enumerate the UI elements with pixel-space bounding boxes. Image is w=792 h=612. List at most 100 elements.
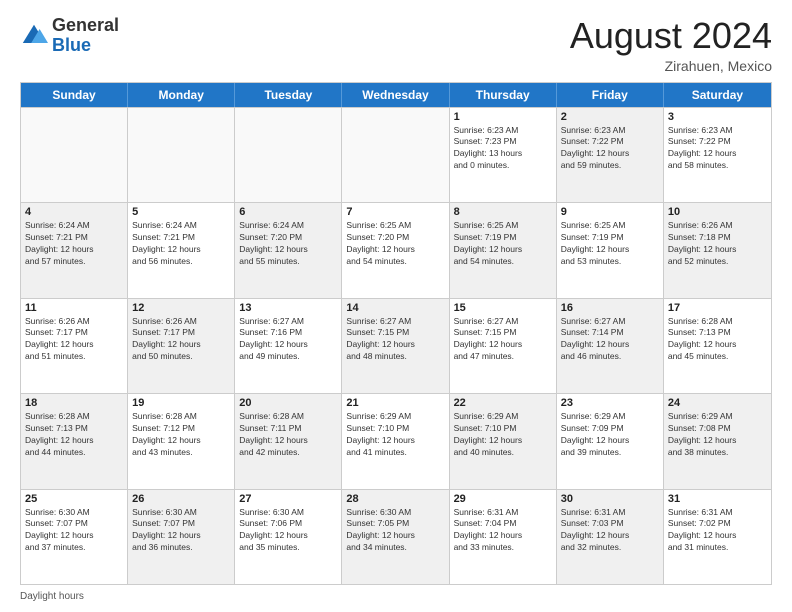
day-number: 28 xyxy=(346,493,444,505)
logo-general: General xyxy=(52,16,119,36)
day-info: Sunrise: 6:24 AM Sunset: 7:20 PM Dayligh… xyxy=(239,220,337,268)
calendar-cell xyxy=(21,108,128,202)
day-number: 5 xyxy=(132,206,230,218)
day-number: 9 xyxy=(561,206,659,218)
day-number: 7 xyxy=(346,206,444,218)
day-number: 17 xyxy=(668,302,767,314)
calendar-cell: 10 Sunrise: 6:26 AM Sunset: 7:18 PM Dayli… xyxy=(664,203,771,297)
day-number: 27 xyxy=(239,493,337,505)
calendar-row: 4 Sunrise: 6:24 AM Sunset: 7:21 PM Daylig… xyxy=(21,202,771,297)
calendar-header: SundayMondayTuesdayWednesdayThursdayFrid… xyxy=(21,83,771,107)
day-info: Sunrise: 6:29 AM Sunset: 7:10 PM Dayligh… xyxy=(346,411,444,459)
day-number: 23 xyxy=(561,397,659,409)
day-number: 14 xyxy=(346,302,444,314)
calendar-cell xyxy=(342,108,449,202)
calendar-header-cell: Monday xyxy=(128,83,235,107)
calendar-header-cell: Friday xyxy=(557,83,664,107)
logo: General Blue xyxy=(20,16,119,56)
calendar-cell: 30Sunrise: 6:31 AM Sunset: 7:03 PM Dayli… xyxy=(557,490,664,584)
logo-blue: Blue xyxy=(52,36,119,56)
calendar-header-cell: Tuesday xyxy=(235,83,342,107)
day-info: Sunrise: 6:28 AM Sunset: 7:11 PM Dayligh… xyxy=(239,411,337,459)
calendar-row: 11 Sunrise: 6:26 AM Sunset: 7:17 PM Dayli… xyxy=(21,298,771,393)
day-info: Sunrise: 6:23 AM Sunset: 7:22 PM Dayligh… xyxy=(668,125,767,173)
day-info: Sunrise: 6:27 AM Sunset: 7:16 PM Dayligh… xyxy=(239,316,337,364)
calendar-cell: 3 Sunrise: 6:23 AM Sunset: 7:22 PM Daylig… xyxy=(664,108,771,202)
day-info: Sunrise: 6:28 AM Sunset: 7:13 PM Dayligh… xyxy=(25,411,123,459)
day-info: Sunrise: 6:31 AM Sunset: 7:02 PM Dayligh… xyxy=(668,507,767,555)
day-info: Sunrise: 6:28 AM Sunset: 7:12 PM Dayligh… xyxy=(132,411,230,459)
day-info: Sunrise: 6:23 AM Sunset: 7:23 PM Dayligh… xyxy=(454,125,552,173)
day-info: Sunrise: 6:26 AM Sunset: 7:17 PM Dayligh… xyxy=(132,316,230,364)
calendar-row: 25 Sunrise: 6:30 AM Sunset: 7:07 PM Dayli… xyxy=(21,489,771,584)
calendar-cell: 7 Sunrise: 6:25 AM Sunset: 7:20 PM Daylig… xyxy=(342,203,449,297)
calendar-cell: 18 Sunrise: 6:28 AM Sunset: 7:13 PM Dayli… xyxy=(21,394,128,488)
day-info: Sunrise: 6:29 AM Sunset: 7:10 PM Dayligh… xyxy=(454,411,552,459)
day-info: Sunrise: 6:25 AM Sunset: 7:19 PM Dayligh… xyxy=(561,220,659,268)
day-number: 16 xyxy=(561,302,659,314)
day-info: Sunrise: 6:25 AM Sunset: 7:19 PM Dayligh… xyxy=(454,220,552,268)
day-number: 13 xyxy=(239,302,337,314)
day-info: Sunrise: 6:27 AM Sunset: 7:14 PM Dayligh… xyxy=(561,316,659,364)
day-number: 25 xyxy=(25,493,123,505)
title-block: August 2024 Zirahuen, Mexico xyxy=(570,16,772,74)
day-number: 20 xyxy=(239,397,337,409)
day-number: 18 xyxy=(25,397,123,409)
calendar-cell: 25Sunrise: 6:30 AM Sunset: 7:07 PM Dayli… xyxy=(21,490,128,584)
calendar-cell: 23Sunrise: 6:29 AM Sunset: 7:09 PM Dayli… xyxy=(557,394,664,488)
calendar-cell: 27Sunrise: 6:30 AM Sunset: 7:06 PM Dayli… xyxy=(235,490,342,584)
day-number: 26 xyxy=(132,493,230,505)
logo-icon xyxy=(20,22,48,50)
calendar-cell: 6 Sunrise: 6:24 AM Sunset: 7:20 PM Daylig… xyxy=(235,203,342,297)
calendar-cell: 17 Sunrise: 6:28 AM Sunset: 7:13 PM Dayli… xyxy=(664,299,771,393)
day-number: 22 xyxy=(454,397,552,409)
footer: Daylight hours xyxy=(20,591,772,602)
calendar-cell: 15 Sunrise: 6:27 AM Sunset: 7:15 PM Dayli… xyxy=(450,299,557,393)
month-year: August 2024 xyxy=(570,16,772,56)
logo-text: General Blue xyxy=(52,16,119,56)
day-number: 6 xyxy=(239,206,337,218)
calendar-cell xyxy=(128,108,235,202)
calendar-cell: 9 Sunrise: 6:25 AM Sunset: 7:19 PM Daylig… xyxy=(557,203,664,297)
day-info: Sunrise: 6:31 AM Sunset: 7:04 PM Dayligh… xyxy=(454,507,552,555)
calendar-cell: 24Sunrise: 6:29 AM Sunset: 7:08 PM Dayli… xyxy=(664,394,771,488)
day-number: 3 xyxy=(668,111,767,123)
day-info: Sunrise: 6:27 AM Sunset: 7:15 PM Dayligh… xyxy=(454,316,552,364)
calendar-cell xyxy=(235,108,342,202)
day-number: 19 xyxy=(132,397,230,409)
day-number: 1 xyxy=(454,111,552,123)
day-info: Sunrise: 6:24 AM Sunset: 7:21 PM Dayligh… xyxy=(25,220,123,268)
header: General Blue August 2024 Zirahuen, Mexic… xyxy=(20,16,772,74)
location: Zirahuen, Mexico xyxy=(570,58,772,74)
day-number: 11 xyxy=(25,302,123,314)
day-number: 10 xyxy=(668,206,767,218)
day-number: 21 xyxy=(346,397,444,409)
calendar-row: 1 Sunrise: 6:23 AM Sunset: 7:23 PM Daylig… xyxy=(21,107,771,202)
calendar-cell: 21 Sunrise: 6:29 AM Sunset: 7:10 PM Dayli… xyxy=(342,394,449,488)
day-number: 15 xyxy=(454,302,552,314)
footer-label: Daylight hours xyxy=(20,591,84,602)
day-number: 4 xyxy=(25,206,123,218)
day-info: Sunrise: 6:28 AM Sunset: 7:13 PM Dayligh… xyxy=(668,316,767,364)
day-info: Sunrise: 6:25 AM Sunset: 7:20 PM Dayligh… xyxy=(346,220,444,268)
calendar-cell: 14Sunrise: 6:27 AM Sunset: 7:15 PM Dayli… xyxy=(342,299,449,393)
calendar-cell: 22 Sunrise: 6:29 AM Sunset: 7:10 PM Dayli… xyxy=(450,394,557,488)
calendar-cell: 5Sunrise: 6:24 AM Sunset: 7:21 PM Daylig… xyxy=(128,203,235,297)
calendar-cell: 2Sunrise: 6:23 AM Sunset: 7:22 PM Daylig… xyxy=(557,108,664,202)
day-info: Sunrise: 6:31 AM Sunset: 7:03 PM Dayligh… xyxy=(561,507,659,555)
calendar-header-cell: Thursday xyxy=(450,83,557,107)
day-number: 29 xyxy=(454,493,552,505)
day-info: Sunrise: 6:30 AM Sunset: 7:07 PM Dayligh… xyxy=(132,507,230,555)
day-info: Sunrise: 6:26 AM Sunset: 7:18 PM Dayligh… xyxy=(668,220,767,268)
calendar-cell: 8 Sunrise: 6:25 AM Sunset: 7:19 PM Daylig… xyxy=(450,203,557,297)
calendar-header-cell: Wednesday xyxy=(342,83,449,107)
calendar: SundayMondayTuesdayWednesdayThursdayFrid… xyxy=(20,82,772,585)
calendar-cell: 20 Sunrise: 6:28 AM Sunset: 7:11 PM Dayli… xyxy=(235,394,342,488)
day-number: 31 xyxy=(668,493,767,505)
calendar-body: 1 Sunrise: 6:23 AM Sunset: 7:23 PM Daylig… xyxy=(21,107,771,584)
day-info: Sunrise: 6:26 AM Sunset: 7:17 PM Dayligh… xyxy=(25,316,123,364)
calendar-cell: 4 Sunrise: 6:24 AM Sunset: 7:21 PM Daylig… xyxy=(21,203,128,297)
day-number: 2 xyxy=(561,111,659,123)
day-number: 8 xyxy=(454,206,552,218)
day-info: Sunrise: 6:29 AM Sunset: 7:08 PM Dayligh… xyxy=(668,411,767,459)
